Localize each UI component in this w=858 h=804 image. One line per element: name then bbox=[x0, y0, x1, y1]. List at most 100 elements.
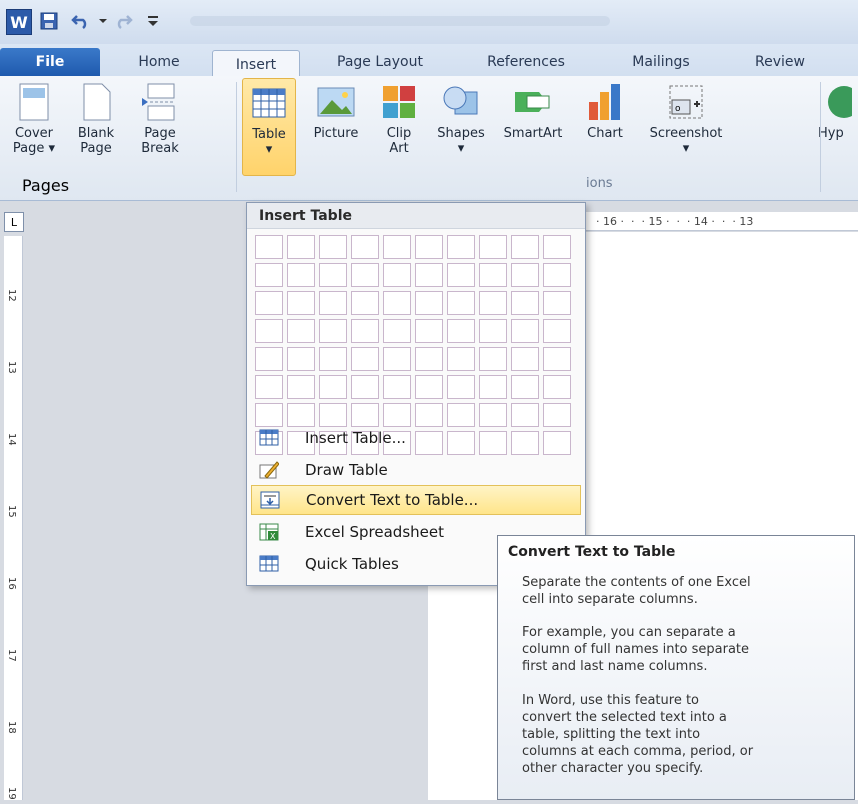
table-grid-cell[interactable] bbox=[447, 235, 475, 259]
insert-table-menu-item[interactable]: Insert Table... bbox=[247, 423, 585, 453]
table-grid-cell[interactable] bbox=[351, 319, 379, 343]
table-grid-cell[interactable] bbox=[543, 235, 571, 259]
chart-label: Chart bbox=[587, 126, 623, 141]
table-grid-cell[interactable] bbox=[319, 235, 347, 259]
table-grid-cell[interactable] bbox=[319, 347, 347, 371]
picture-button[interactable]: Picture bbox=[304, 82, 368, 141]
table-grid-cell[interactable] bbox=[479, 375, 507, 399]
tab-insert[interactable]: Insert bbox=[212, 50, 300, 78]
table-grid-cell[interactable] bbox=[351, 235, 379, 259]
customize-toolbar-icon[interactable] bbox=[142, 10, 164, 32]
draw-table-menu-item[interactable]: Draw Table bbox=[247, 455, 585, 485]
table-grid-cell[interactable] bbox=[511, 291, 539, 315]
table-grid-cell[interactable] bbox=[255, 291, 283, 315]
table-grid-cell[interactable] bbox=[255, 263, 283, 287]
smartart-icon bbox=[515, 92, 550, 112]
table-grid-cell[interactable] bbox=[479, 291, 507, 315]
table-grid-cell[interactable] bbox=[255, 375, 283, 399]
table-grid-cell[interactable] bbox=[287, 347, 315, 371]
table-grid-cell[interactable] bbox=[447, 347, 475, 371]
table-grid-cell[interactable] bbox=[479, 347, 507, 371]
tab-page-layout[interactable]: Page Layout bbox=[312, 50, 448, 74]
table-grid-cell[interactable] bbox=[351, 347, 379, 371]
table-grid-cell[interactable] bbox=[255, 347, 283, 371]
table-grid-cell[interactable] bbox=[319, 319, 347, 343]
table-grid-cell[interactable] bbox=[511, 235, 539, 259]
table-grid-cell[interactable] bbox=[383, 347, 411, 371]
table-grid-cell[interactable] bbox=[447, 263, 475, 287]
table-grid-cell[interactable] bbox=[255, 319, 283, 343]
blank-page-button[interactable]: Blank Page bbox=[68, 82, 124, 156]
table-grid-cell[interactable] bbox=[479, 235, 507, 259]
tab-mailings[interactable]: Mailings bbox=[606, 50, 716, 74]
table-grid-cell[interactable] bbox=[287, 235, 315, 259]
table-grid-cell[interactable] bbox=[511, 263, 539, 287]
cover-page-button[interactable]: Cover Page ▾ bbox=[6, 82, 62, 156]
smartart-button[interactable]: SmartArt bbox=[496, 82, 570, 141]
table-grid-cell[interactable] bbox=[415, 347, 443, 371]
table-grid-cell[interactable] bbox=[383, 375, 411, 399]
table-grid-cell[interactable] bbox=[351, 375, 379, 399]
table-grid-cell[interactable] bbox=[319, 263, 347, 287]
table-grid-cell[interactable] bbox=[415, 375, 443, 399]
table-grid-cell[interactable] bbox=[383, 263, 411, 287]
table-grid-cell[interactable] bbox=[351, 291, 379, 315]
chart-button[interactable]: Chart bbox=[576, 82, 634, 141]
table-grid-cell[interactable] bbox=[383, 291, 411, 315]
horizontal-ruler[interactable]: · 16 · · · 15 · · · 14 · · · 13 bbox=[560, 212, 858, 231]
group-illustrations-label: ions bbox=[586, 176, 613, 191]
table-grid-cell[interactable] bbox=[543, 263, 571, 287]
table-grid-cell[interactable] bbox=[447, 319, 475, 343]
tab-home[interactable]: Home bbox=[116, 50, 202, 74]
table-size-grid[interactable] bbox=[255, 235, 571, 455]
undo-dropdown-icon[interactable] bbox=[92, 10, 114, 32]
table-grid-cell[interactable] bbox=[415, 263, 443, 287]
clip-art-button[interactable]: Clip Art bbox=[374, 82, 424, 156]
quick-tables-label: Quick Tables bbox=[305, 555, 399, 573]
table-grid-cell[interactable] bbox=[447, 291, 475, 315]
table-grid-cell[interactable] bbox=[543, 375, 571, 399]
svg-text:18: 18 bbox=[6, 721, 17, 734]
table-grid-cell[interactable] bbox=[287, 375, 315, 399]
vertical-ruler[interactable]: 12 13 14 15 16 17 18 19 bbox=[4, 236, 23, 800]
table-grid-cell[interactable] bbox=[543, 319, 571, 343]
shapes-icon bbox=[443, 86, 478, 115]
table-grid-cell[interactable] bbox=[287, 319, 315, 343]
convert-text-to-table-menu-item[interactable]: Convert Text to Table... bbox=[251, 485, 581, 515]
table-grid-cell[interactable] bbox=[511, 319, 539, 343]
table-grid-cell[interactable] bbox=[351, 263, 379, 287]
table-grid-cell[interactable] bbox=[415, 235, 443, 259]
table-grid-cell[interactable] bbox=[511, 375, 539, 399]
table-grid-cell[interactable] bbox=[511, 347, 539, 371]
table-grid-cell[interactable] bbox=[543, 291, 571, 315]
screenshot-button[interactable]: o Screenshot ▾ bbox=[640, 82, 732, 156]
table-grid-cell[interactable] bbox=[287, 263, 315, 287]
table-grid-cell[interactable] bbox=[543, 347, 571, 371]
tab-review[interactable]: Review bbox=[730, 50, 830, 74]
shapes-button[interactable]: Shapes ▾ bbox=[430, 82, 492, 156]
save-icon[interactable] bbox=[38, 10, 60, 32]
table-button[interactable]: Table ▾ bbox=[242, 78, 296, 176]
tab-file[interactable]: File bbox=[0, 48, 100, 76]
tab-selector[interactable]: L bbox=[4, 212, 24, 232]
table-grid-cell[interactable] bbox=[319, 291, 347, 315]
table-grid-cell[interactable] bbox=[255, 235, 283, 259]
table-grid-cell[interactable] bbox=[415, 291, 443, 315]
smartart-label: SmartArt bbox=[503, 126, 563, 141]
undo-icon[interactable] bbox=[70, 10, 92, 32]
table-grid-cell[interactable] bbox=[415, 319, 443, 343]
word-app-icon[interactable]: W bbox=[6, 9, 32, 35]
clip-art-icon bbox=[383, 86, 415, 118]
table-grid-cell[interactable] bbox=[479, 319, 507, 343]
table-grid-cell[interactable] bbox=[383, 319, 411, 343]
tab-references[interactable]: References bbox=[462, 50, 590, 74]
redo-icon[interactable] bbox=[112, 10, 134, 32]
page-break-button[interactable]: Page Break bbox=[128, 82, 192, 156]
table-grid-cell[interactable] bbox=[447, 375, 475, 399]
table-grid-cell[interactable] bbox=[287, 291, 315, 315]
hyperlink-button[interactable]: Hyp bbox=[812, 82, 858, 141]
table-grid-cell[interactable] bbox=[319, 375, 347, 399]
table-grid-cell[interactable] bbox=[383, 235, 411, 259]
table-grid-cell[interactable] bbox=[479, 263, 507, 287]
horizontal-ruler-ticks: · 16 · · · 15 · · · 14 · · · 13 bbox=[596, 214, 754, 228]
